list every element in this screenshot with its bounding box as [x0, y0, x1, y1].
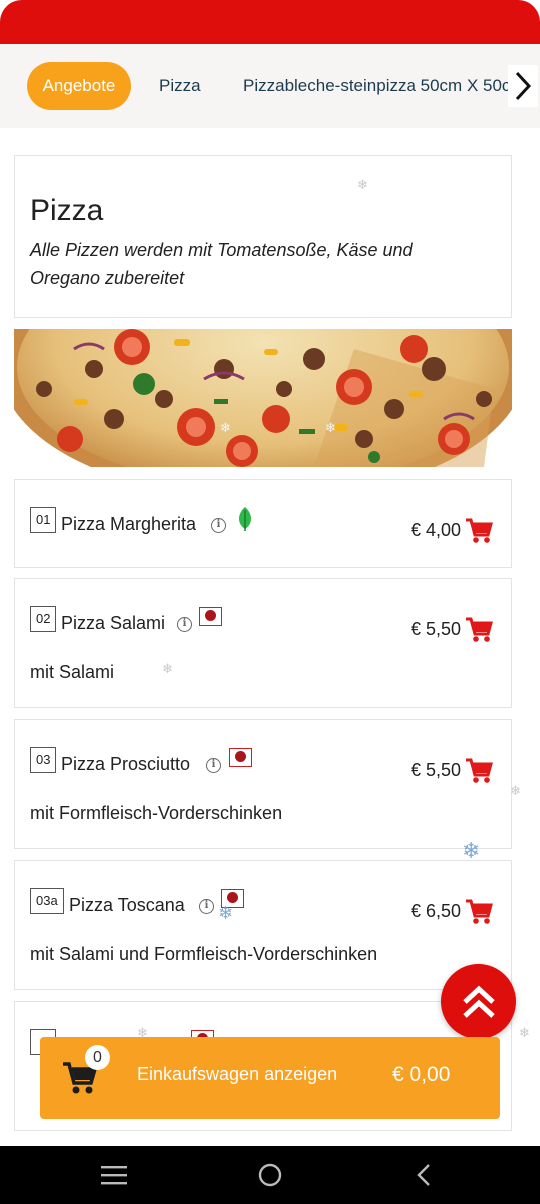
meat-icon	[229, 748, 252, 767]
item-description: mit Formfleisch-Vorderschinken	[30, 803, 283, 823]
system-navigation-bar	[0, 1146, 540, 1204]
back-icon[interactable]	[416, 1163, 432, 1187]
tab-pizza[interactable]: Pizza	[159, 62, 201, 110]
item-name: Pizza Prosciutto	[61, 754, 191, 774]
snowflake-icon: ❄	[162, 661, 173, 676]
item-price: € 6,50	[410, 901, 461, 921]
view-cart-button[interactable]: 0 Einkaufswagen anzeigen € 0,00	[40, 1037, 500, 1119]
item-number: 02	[30, 606, 57, 632]
item-description: mit Salami und Formfleisch-Vorderschinke…	[30, 944, 378, 964]
info-icon[interactable]: i	[206, 758, 221, 773]
menu-item-02[interactable]: 02 Pizza Salami i € 5,50 mit Salami	[14, 578, 512, 708]
category-description: Alle Pizzen werden mit Tomatensoße, Käse…	[30, 240, 413, 288]
tabs-scroll-right-button[interactable]	[508, 65, 538, 107]
menu-item-03[interactable]: 03 Pizza Prosciutto i € 5,50 mit Formfle…	[14, 719, 512, 849]
snowflake-icon: ❄	[510, 783, 521, 798]
snowflake-icon: ❄	[462, 838, 481, 863]
snowflake-icon: ❄	[357, 177, 368, 192]
scroll-to-top-button[interactable]	[441, 964, 516, 1039]
snowflake-icon: ❄	[325, 420, 336, 435]
add-to-cart-icon[interactable]	[465, 899, 493, 925]
menu-icon[interactable]	[101, 1165, 127, 1185]
leaf-icon	[239, 507, 251, 531]
item-number: 03a	[30, 888, 64, 914]
snowflake-icon: ❄	[218, 903, 234, 923]
category-header: Pizza Alle Pizzen werden mit Tomatensoße…	[14, 155, 512, 318]
add-to-cart-icon[interactable]	[465, 758, 493, 784]
menu-item-03a[interactable]: 03a Pizza Toscana i € 6,50 mit Salami un…	[14, 860, 512, 990]
item-name: Pizza Salami	[61, 613, 166, 633]
item-price: € 5,50	[410, 760, 461, 780]
snowflake-icon: ❄	[519, 1025, 530, 1040]
item-number: 01	[30, 507, 57, 533]
info-icon[interactable]: i	[177, 617, 192, 632]
home-icon[interactable]	[258, 1163, 282, 1187]
cart-label: Einkaufswagen anzeigen	[137, 1064, 338, 1084]
app-header-bar	[0, 0, 540, 44]
tab-pizzableche[interactable]: Pizzableche-steinpizza 50cm X 50cm	[243, 62, 525, 110]
category-image	[14, 329, 512, 467]
add-to-cart-icon[interactable]	[465, 617, 493, 643]
meat-icon	[199, 607, 222, 626]
item-price: € 4,00	[410, 520, 461, 540]
cart-total: € 0,00	[392, 1063, 451, 1086]
snowflake-icon: ❄	[220, 420, 231, 435]
menu-item-01[interactable]: 01 Pizza Margherita i € 4,00	[14, 479, 512, 568]
info-icon[interactable]: i	[199, 899, 214, 914]
category-tabs: Angebote Pizza Pizzableche-steinpizza 50…	[0, 44, 540, 128]
item-number: 03	[30, 747, 57, 773]
cart-count-badge: 0	[85, 1045, 110, 1070]
item-description: mit Salami	[30, 662, 115, 682]
chevron-right-icon	[515, 71, 532, 101]
info-icon[interactable]: i	[211, 518, 226, 533]
category-title: Pizza	[30, 194, 104, 227]
tab-angebote[interactable]: Angebote	[27, 62, 131, 110]
item-name: Pizza Toscana	[69, 895, 185, 915]
item-name: Pizza Margherita	[61, 514, 197, 534]
double-chevron-up-icon	[462, 985, 495, 1018]
add-to-cart-icon[interactable]	[465, 518, 493, 544]
item-price: € 5,50	[410, 619, 461, 639]
